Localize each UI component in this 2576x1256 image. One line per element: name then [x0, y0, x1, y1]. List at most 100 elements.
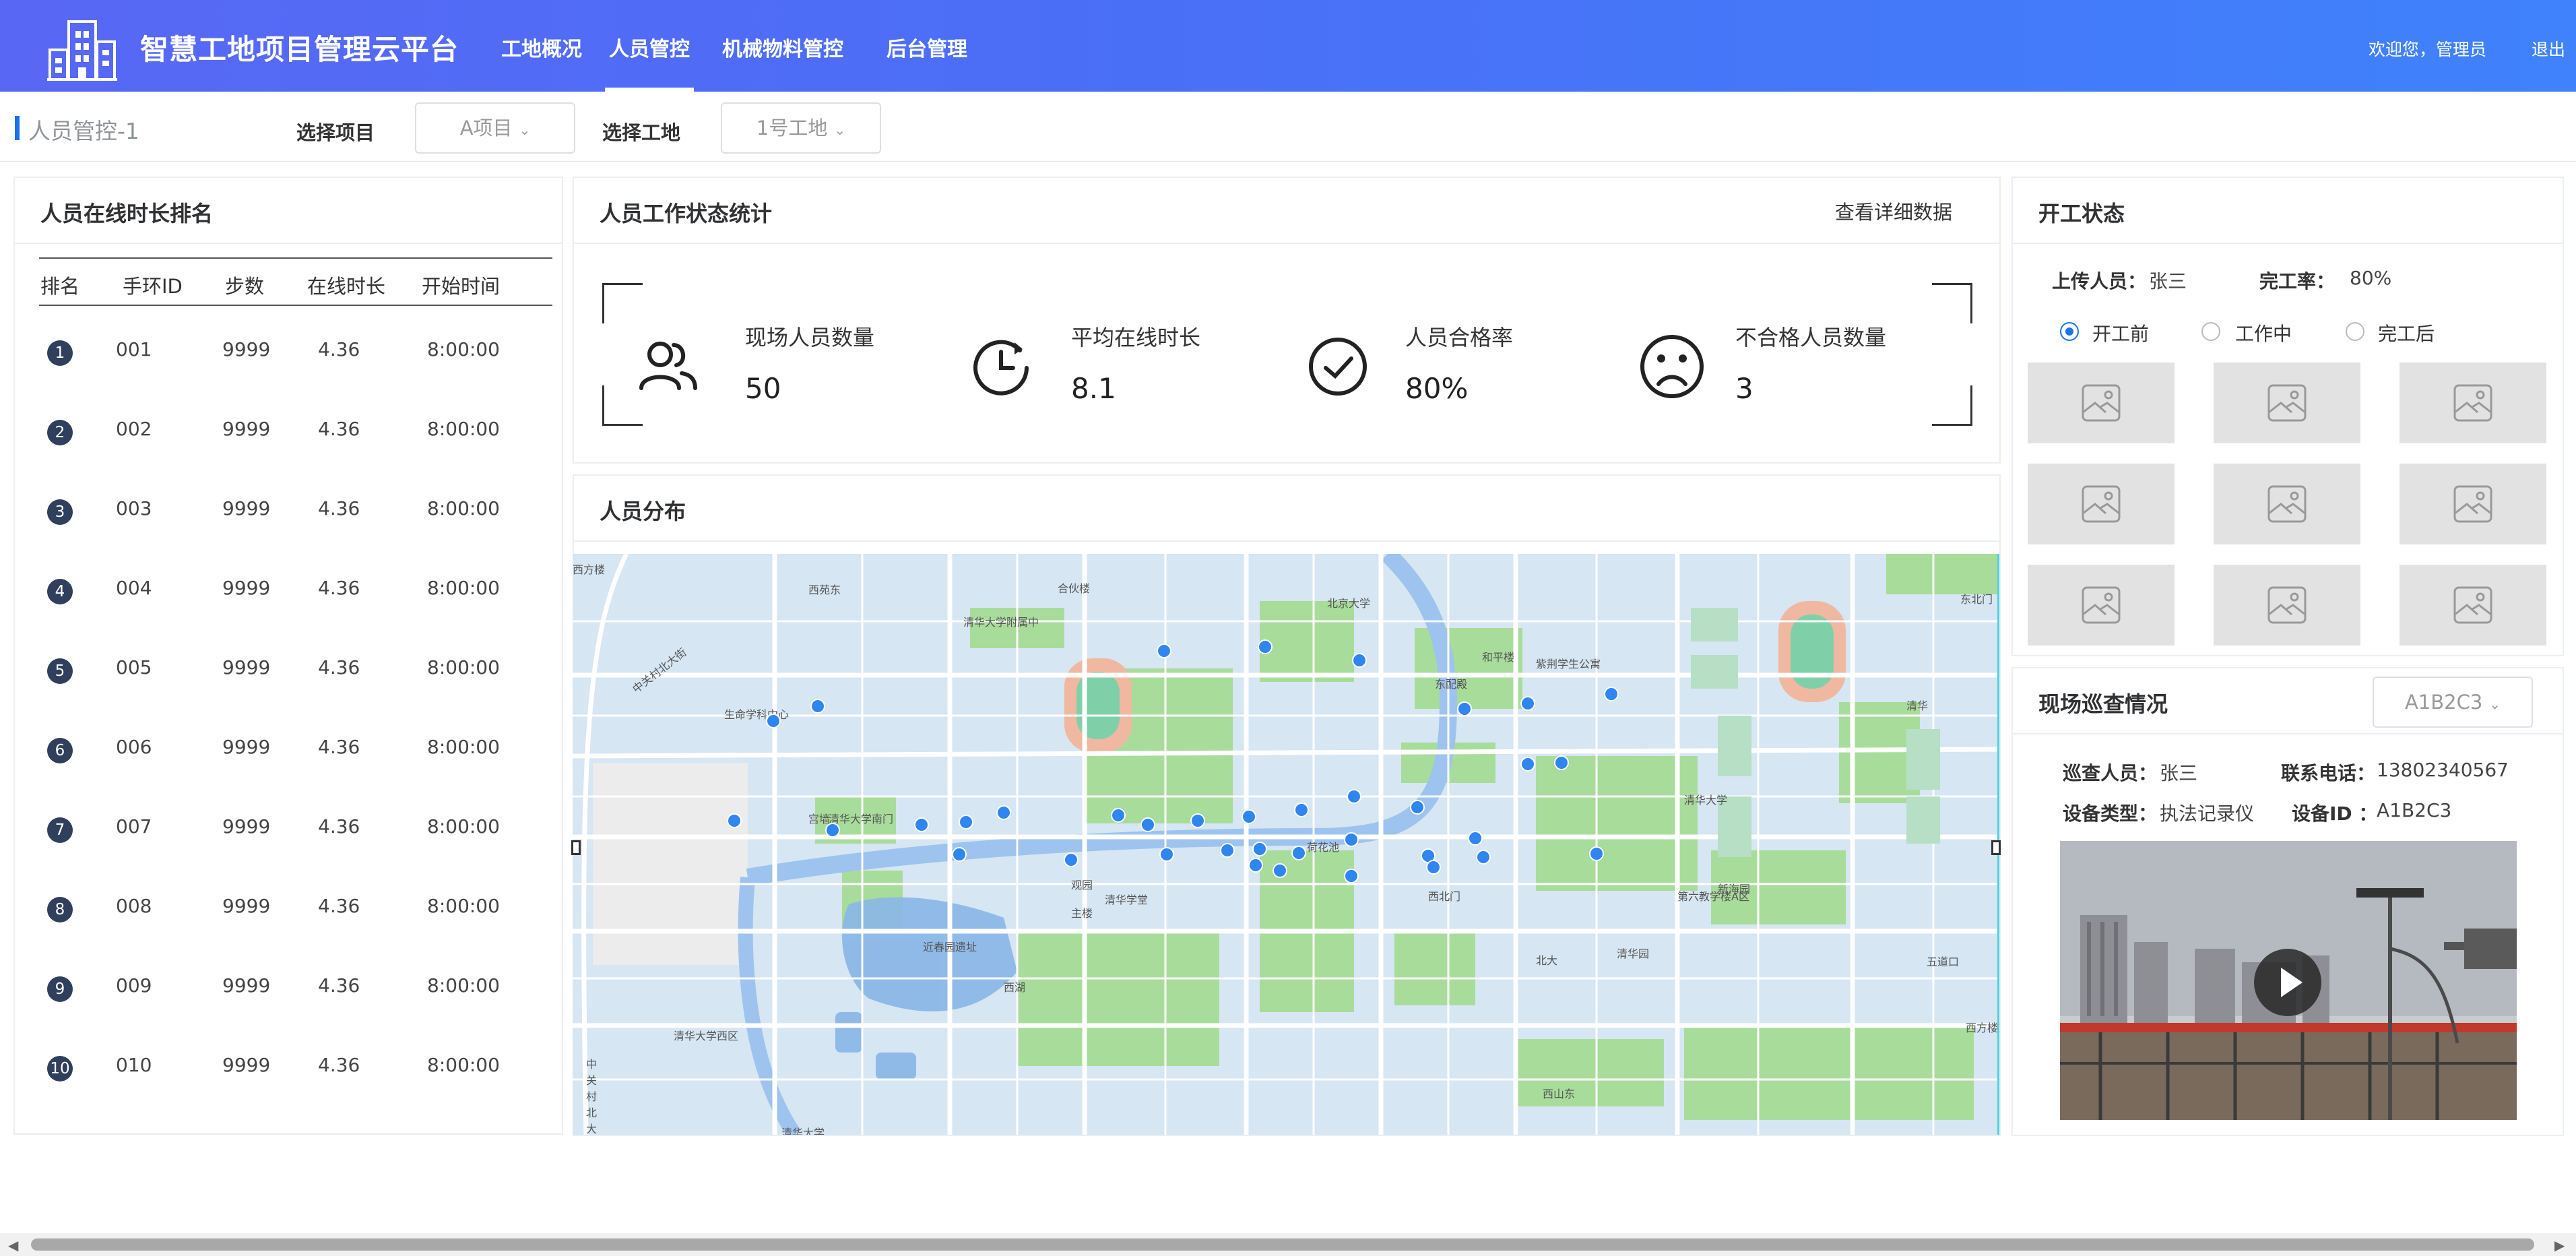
person-marker[interactable] [1520, 696, 1535, 711]
rank-badge: 3 [47, 499, 73, 525]
image-placeholder-icon [2453, 485, 2492, 523]
person-marker[interactable] [1604, 687, 1619, 701]
map-label: 荷花池 [1307, 841, 1340, 854]
photo-thumbnail[interactable] [2028, 363, 2175, 443]
person-marker[interactable] [1248, 858, 1263, 873]
person-marker[interactable] [1252, 842, 1267, 856]
image-placeholder-icon [2267, 384, 2307, 422]
cell-band-id: 004 [116, 577, 152, 599]
person-marker[interactable] [959, 815, 973, 829]
photo-thumbnail[interactable] [2400, 464, 2546, 544]
person-marker[interactable] [1344, 869, 1359, 883]
map-label: 北京大学 [1327, 597, 1371, 610]
nav-backend-admin[interactable]: 后台管理 [887, 32, 967, 62]
map-label: 合伙楼 [1058, 582, 1091, 595]
photo-thumbnail[interactable] [2400, 363, 2546, 443]
radio-working-label[interactable]: 工作中 [2235, 319, 2292, 346]
person-marker[interactable] [1294, 803, 1309, 817]
rank-badge: 9 [47, 976, 73, 1002]
person-marker[interactable] [1220, 843, 1235, 858]
person-marker[interactable] [1157, 643, 1171, 658]
radio-after-work[interactable] [2346, 322, 2364, 341]
person-marker[interactable] [1347, 789, 1361, 804]
person-marker[interactable] [1520, 757, 1535, 772]
photo-thumbnail[interactable] [2028, 565, 2175, 646]
person-marker[interactable] [1410, 800, 1425, 815]
person-marker[interactable] [1140, 817, 1155, 832]
person-marker[interactable] [1064, 852, 1078, 867]
page-title: 人员管控-1 [28, 118, 139, 144]
stat-value-unqualified: 3 [1735, 372, 1753, 405]
person-marker[interactable] [1258, 639, 1273, 654]
cell-band-id: 008 [116, 895, 152, 917]
person-marker[interactable] [1291, 846, 1306, 860]
image-placeholder-icon [2453, 586, 2492, 624]
radio-working[interactable] [2201, 322, 2220, 341]
divider [574, 540, 1999, 542]
cell-start-time: 8:00:00 [427, 656, 500, 679]
person-marker[interactable] [1457, 701, 1472, 716]
image-placeholder-icon [2267, 485, 2307, 523]
personnel-map[interactable]: 西苑东 合伙楼 紫荆学生公寓 清华大学附属中 清华大学南门 中关村北大街 生命学… [573, 554, 1999, 1135]
play-button[interactable] [2254, 949, 2321, 1016]
scroll-left-arrow-icon[interactable]: ◀ [8, 1237, 18, 1253]
person-marker[interactable] [1111, 808, 1126, 823]
person-marker[interactable] [1426, 860, 1441, 875]
project-select[interactable]: A项目 ⌄ [415, 102, 575, 154]
person-marker[interactable] [1159, 847, 1174, 862]
horizontal-scrollbar[interactable]: ◀ ▶ [0, 1233, 2576, 1256]
cell-steps: 9999 [222, 577, 271, 599]
photo-thumbnail[interactable] [2214, 464, 2360, 544]
cell-online-hours: 4.36 [318, 895, 360, 917]
cell-online-hours: 4.36 [318, 1054, 360, 1076]
view-detail-link[interactable]: 查看详细数据 [1835, 197, 1952, 225]
map-label: 和平楼 [1482, 651, 1515, 664]
photo-thumbnail[interactable] [2214, 565, 2360, 646]
stat-label-onsite-count: 现场人员数量 [745, 325, 875, 350]
nav-site-overview[interactable]: 工地概况 [501, 32, 582, 62]
person-marker[interactable] [1589, 846, 1604, 861]
radio-before-work-label[interactable]: 开工前 [2092, 319, 2149, 346]
person-marker[interactable] [766, 714, 781, 728]
person-marker[interactable] [1242, 809, 1256, 824]
stat-label-unqualified: 不合格人员数量 [1735, 325, 1887, 350]
photo-thumbnail[interactable] [2400, 565, 2546, 646]
person-marker[interactable] [1190, 813, 1205, 828]
photo-thumbnail[interactable] [2028, 464, 2175, 544]
clock-icon [973, 340, 1029, 396]
nav-machinery-control[interactable]: 机械物料管控 [722, 32, 843, 62]
device-select[interactable]: A1B2C3 ⌄ [2373, 677, 2533, 728]
map-resize-handle-right[interactable] [1991, 840, 2001, 855]
radio-after-work-label[interactable]: 完工后 [2378, 319, 2435, 346]
table-header-bottom-line [39, 305, 552, 306]
table-header-top-line [39, 257, 552, 259]
rank-badge: 7 [47, 817, 73, 843]
scroll-right-arrow-icon[interactable]: ▶ [2554, 1237, 2565, 1253]
person-marker[interactable] [810, 699, 825, 714]
person-marker[interactable] [1352, 653, 1367, 668]
person-marker[interactable] [1273, 863, 1287, 878]
person-marker[interactable] [1476, 850, 1491, 865]
scrollbar-thumb[interactable] [31, 1238, 2534, 1251]
site-select-value: 1号工地 [756, 117, 828, 139]
person-marker[interactable] [1554, 755, 1569, 770]
person-marker[interactable] [996, 805, 1011, 820]
cell-band-id: 006 [116, 736, 152, 758]
divider [574, 243, 1999, 244]
cell-band-id: 003 [116, 497, 152, 520]
person-marker[interactable] [727, 813, 742, 828]
person-marker[interactable] [825, 823, 840, 838]
map-resize-handle-left[interactable] [571, 840, 581, 855]
radio-before-work[interactable] [2060, 322, 2079, 341]
col-start-time: 开始时间 [422, 275, 501, 298]
person-marker[interactable] [952, 847, 967, 862]
logout-link[interactable]: 退出 [2532, 36, 2565, 61]
nav-personnel-control[interactable]: 人员管控 [605, 32, 694, 92]
person-marker[interactable] [1468, 831, 1483, 846]
patrol-video[interactable] [2060, 841, 2517, 1120]
cell-steps: 9999 [222, 815, 271, 838]
photo-thumbnail[interactable] [2214, 363, 2360, 443]
person-marker[interactable] [1344, 832, 1359, 847]
person-marker[interactable] [914, 817, 929, 832]
site-select[interactable]: 1号工地 ⌄ [721, 102, 881, 154]
